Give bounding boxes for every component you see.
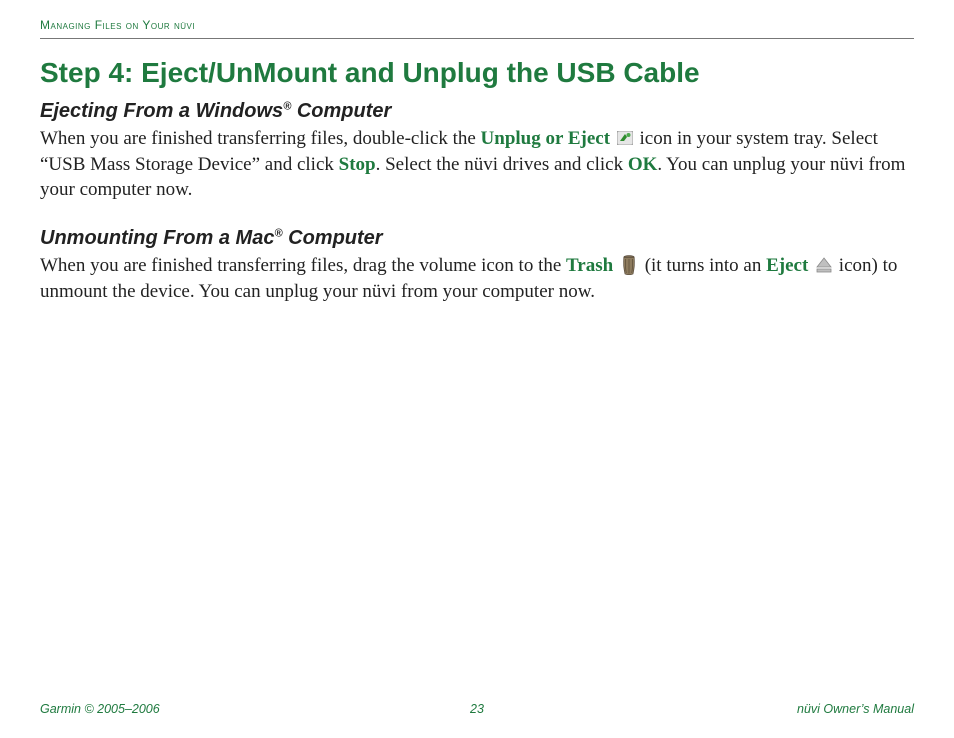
page-footer: Garmin © 2005–2006 23 nüvi Owner’s Manua… [40,702,914,716]
paragraph-windows: When you are finished transferring files… [40,126,914,203]
keyword-eject: Eject [766,255,808,276]
text-run: (it turns into an [645,255,766,276]
unplug-eject-tray-icon [617,131,633,145]
keyword-trash: Trash [566,255,613,276]
trash-icon [620,254,638,276]
manual-page: Managing Files on Your nüvi Step 4: Ejec… [0,0,954,738]
subheading-mac-post: Computer [283,227,383,249]
keyword-unplug-or-eject: Unplug or Eject [481,128,610,149]
running-head-text: Managing Files on Your nüvi [40,18,195,32]
subheading-windows: Ejecting From a Windows® Computer [40,98,914,124]
text-run: . Select the nüvi drives and click [376,154,628,175]
running-head: Managing Files on Your nüvi [40,18,914,39]
footer-page-number: 23 [40,702,914,716]
registered-mark: ® [274,227,282,239]
text-run: When you are finished transferring files… [40,255,566,276]
footer-left: Garmin © 2005–2006 [40,702,160,716]
subheading-windows-pre: Ejecting From a Windows [40,100,283,122]
text-run: When you are finished transferring files… [40,128,481,149]
paragraph-mac: When you are finished transferring files… [40,253,914,304]
subheading-mac: Unmounting From a Mac® Computer [40,225,914,251]
footer-right: nüvi Owner’s Manual [797,702,914,716]
subheading-mac-pre: Unmounting From a Mac [40,227,274,249]
subheading-windows-post: Computer [291,100,391,122]
page-title: Step 4: Eject/UnMount and Unplug the USB… [40,55,914,90]
keyword-stop: Stop [339,154,376,175]
keyword-ok: OK [628,154,658,175]
eject-icon [815,257,833,273]
